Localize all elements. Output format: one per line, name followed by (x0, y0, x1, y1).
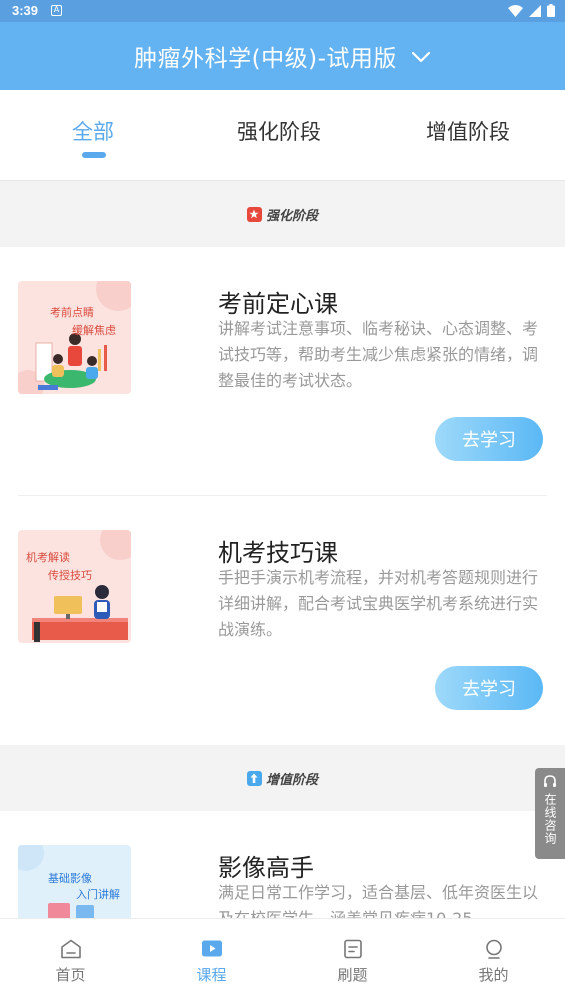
question-bank-icon (343, 939, 362, 959)
battery-icon (547, 4, 555, 17)
nav-item-home[interactable]: 首页 (0, 919, 141, 1005)
course-card[interactable]: 考前点睛 缓解焦虑 考前定心课 讲解考试注意事项、临考秘诀、心态调整、考试技巧等… (0, 247, 565, 495)
course-description: 讲解考试注意事项、临考秘诀、心态调整、考试技巧等，帮助考生减少焦虑紧张的情绪，调… (218, 319, 539, 390)
course-thumbnail: 考前点睛 缓解焦虑 (18, 281, 131, 394)
section-header-value-added: 增值阶段 (0, 745, 565, 811)
section-label: 增值阶段 (265, 772, 318, 788)
course-thumbnail: 基础影像 入门讲解 (18, 845, 131, 918)
course-title: 考前定心课 (218, 290, 338, 318)
course-card[interactable]: 机考解读 传授技巧 机考技巧课 手把手演示机考流程，并对机考答题规则进行详细讲解… (0, 496, 565, 745)
status-bar: 3:39 A (0, 0, 565, 22)
section-header-reinforce: 强化阶段 (0, 181, 565, 247)
nav-label: 我的 (478, 966, 509, 984)
status-indicators (508, 4, 555, 17)
wifi-icon (508, 4, 523, 17)
nav-item-profile[interactable]: 我的 (423, 919, 564, 1005)
study-button[interactable]: 去学习 (435, 417, 543, 461)
course-play-icon (201, 940, 222, 957)
status-time: 3:39 (12, 3, 39, 18)
online-consult-label: 在线咨询 (543, 793, 557, 845)
nav-item-courses[interactable]: 课程 (141, 919, 282, 1005)
profile-icon (485, 939, 502, 959)
headset-icon (544, 775, 556, 787)
online-consult-button[interactable]: 在线咨询 (535, 768, 565, 859)
notification-app-icon: A (51, 5, 62, 16)
home-icon (60, 939, 81, 959)
nav-label: 刷题 (337, 966, 368, 984)
tab-all[interactable]: 全部 (72, 116, 114, 146)
star-badge-icon (246, 206, 262, 222)
course-title: 影像高手 (218, 854, 314, 882)
course-thumbnail: 机考解读 传授技巧 (18, 530, 131, 643)
nav-label: 首页 (55, 966, 86, 984)
stage-tabs: 全部 强化阶段 增值阶段 (0, 90, 565, 181)
app-header[interactable]: 肿瘤外科学(中级)-试用版 (0, 22, 565, 90)
course-title: 机考技巧课 (218, 539, 338, 567)
nav-item-questions[interactable]: 刷题 (282, 919, 423, 1005)
course-description: 手把手演示机考流程，并对机考答题规则进行详细讲解，配合考试宝典医学机考系统进行实… (218, 568, 539, 639)
study-button[interactable]: 去学习 (435, 666, 543, 710)
thumbnail-caption-1: 考前点睛 (50, 306, 94, 319)
section-label: 强化阶段 (265, 208, 318, 224)
course-selector-title[interactable]: 肿瘤外科学(中级)-试用版 (134, 39, 397, 73)
thumbnail-caption-1: 机考解读 (26, 551, 70, 564)
thumbnail-caption-2: 入门讲解 (76, 888, 120, 901)
value-badge-icon (246, 770, 262, 786)
tab-value-added-stage[interactable]: 增值阶段 (426, 116, 510, 146)
bottom-navigation: 首页 课程 刷题 我的 (0, 918, 565, 1004)
active-tab-indicator (82, 152, 106, 158)
course-card[interactable]: 基础影像 入门讲解 影像高手 满足日常工作学习，适合基层、低年资医生以及在校医学… (0, 811, 565, 918)
thumbnail-caption-2: 缓解焦虑 (72, 324, 116, 337)
thumbnail-caption-2: 传授技巧 (48, 569, 92, 582)
course-description: 满足日常工作学习，适合基层、低年资医生以及在校医学生，涵盖常见疾病10-25 (218, 883, 539, 918)
chevron-down-icon[interactable] (411, 51, 431, 63)
nav-label: 课程 (196, 966, 227, 984)
tab-reinforce-stage[interactable]: 强化阶段 (237, 116, 321, 146)
signal-icon (529, 4, 541, 17)
